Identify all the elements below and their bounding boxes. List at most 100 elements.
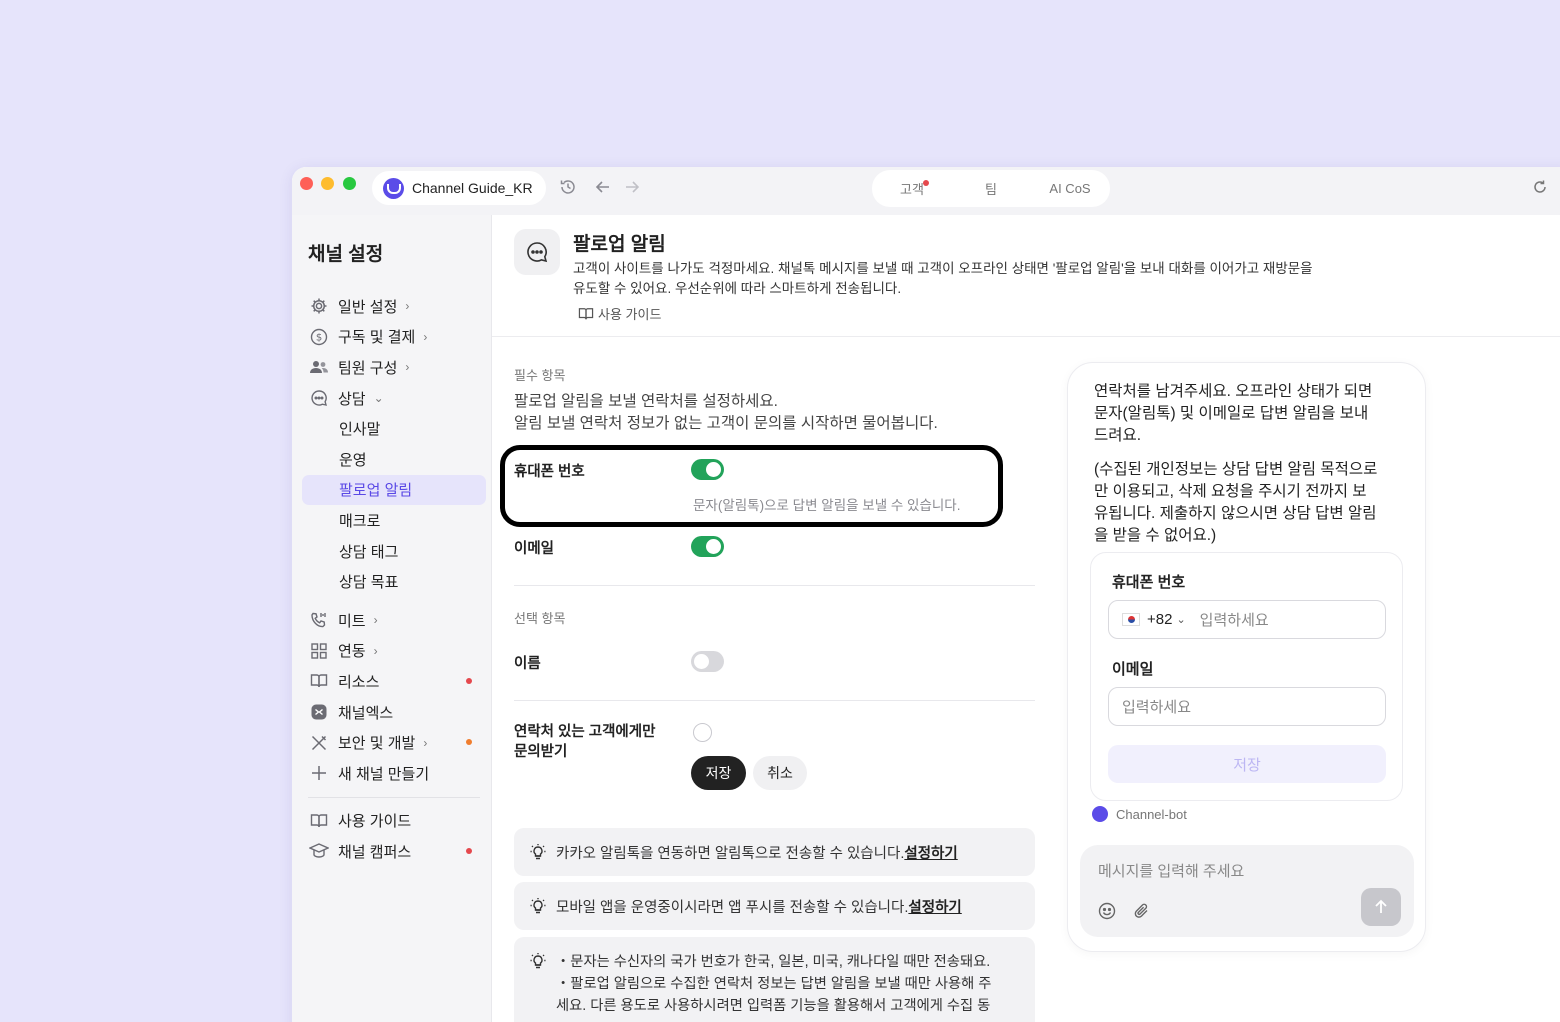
email-placeholder: 입력하세요 — [1122, 699, 1192, 716]
book-icon — [308, 810, 330, 832]
korea-flag-icon — [1122, 613, 1140, 626]
send-button[interactable] — [1361, 888, 1401, 926]
chevron-right-icon: › — [405, 299, 410, 314]
sidebar-item-macro[interactable]: 매크로 — [302, 505, 486, 536]
sidebar-item-goals[interactable]: 상담 목표 — [302, 566, 486, 597]
chevron-right-icon: › — [423, 329, 428, 344]
sidebar-item-operation[interactable]: 운영 — [302, 444, 486, 475]
name-toggle[interactable] — [691, 651, 724, 672]
cancel-button[interactable]: 취소 — [753, 756, 807, 790]
composer-placeholder: 메시지를 입력해 주세요 — [1098, 863, 1245, 880]
close-window-button[interactable] — [300, 177, 313, 190]
dollar-icon: $ — [308, 326, 330, 348]
phone-placeholder: 입력하세요 — [1199, 612, 1269, 629]
preview-save-button[interactable]: 저장 — [1108, 745, 1386, 783]
phone-hint: 문자(알림톡)으로 답변 알림을 보낼 수 있습니다. — [693, 498, 961, 513]
chevron-right-icon: › — [373, 643, 378, 658]
messenger-preview: 연락처를 남겨주세요. 오프라인 상태가 되면 문자(알림톡) 및 이메일로 답… — [1067, 362, 1426, 952]
required-section-label: 필수 항목 — [514, 368, 566, 383]
notification-dot — [466, 739, 472, 746]
sidebar-item-security[interactable]: 보안 및 개발 › — [302, 727, 486, 758]
maximize-window-button[interactable] — [343, 177, 356, 190]
sidebar-item-general[interactable]: 일반 설정 › — [302, 291, 486, 322]
main-content: 팔로업 알림 고객이 사이트를 나가도 걱정마세요. 채널톡 메시지를 보낼 때… — [492, 215, 1560, 1022]
history-icon[interactable] — [558, 177, 578, 197]
tab-team[interactable]: 팀 — [952, 179, 1030, 198]
notification-dot — [466, 848, 472, 855]
phone-label: 휴대폰 번호 — [514, 464, 585, 480]
preview-email-input[interactable]: 입력하세요 — [1108, 687, 1386, 726]
lightbulb-icon — [530, 953, 546, 969]
minimize-window-button[interactable] — [321, 177, 334, 190]
preview-phone-label: 휴대폰 번호 — [1112, 574, 1186, 591]
users-icon — [308, 356, 330, 378]
sidebar-divider — [308, 796, 480, 798]
email-label: 이메일 — [514, 541, 555, 557]
sidebar-item-billing[interactable]: $ 구독 및 결제 › — [302, 322, 486, 353]
name-label: 이름 — [514, 656, 541, 672]
channel-name: Channel Guide_KR — [412, 180, 533, 196]
sidebar-item-tags[interactable]: 상담 태그 — [302, 536, 486, 567]
forward-arrow-icon[interactable] — [622, 177, 642, 197]
back-arrow-icon[interactable] — [593, 177, 613, 197]
sidebar-title: 채널 설정 — [308, 244, 384, 265]
channelx-icon — [308, 701, 330, 723]
page-header: 팔로업 알림 고객이 사이트를 나가도 걱정마세요. 채널톡 메시지를 보낼 때… — [492, 215, 1560, 337]
chevron-right-icon: › — [405, 360, 410, 375]
sidebar-item-integration[interactable]: 연동 › — [302, 636, 486, 667]
country-code[interactable]: +82 — [1147, 611, 1172, 628]
attachment-icon — [1134, 903, 1148, 918]
sidebar-item-consult[interactable]: 상담 ⌄ — [302, 383, 486, 414]
sidebar-item-resources[interactable]: 리소스 — [302, 666, 486, 697]
tab-customer[interactable]: 고객 — [872, 179, 952, 198]
emoji-icon — [1098, 902, 1116, 920]
required-section-desc: 팔로업 알림을 보낼 연락처를 설정하세요. 알림 보낼 연락처 정보가 없는 … — [514, 393, 938, 432]
email-toggle[interactable] — [691, 536, 724, 557]
phone-highlight-box — [500, 445, 1003, 527]
chevron-down-icon: ⌄ — [373, 391, 384, 406]
notification-dot — [466, 678, 472, 685]
section-divider — [514, 585, 1035, 586]
sidebar-item-followup[interactable]: 팔로업 알림 — [302, 474, 486, 506]
sidebar-item-greeting[interactable]: 인사말 — [302, 413, 486, 444]
page-title: 팔로업 알림 — [573, 234, 666, 255]
guide-link[interactable]: 사용 가이드 — [578, 304, 661, 323]
contact-only-label: 연락처 있는 고객에게만 문의받기 — [514, 724, 656, 760]
preview-phone-input[interactable]: +82 ⌄ 입력하세요 — [1108, 600, 1386, 639]
chevron-right-icon: › — [423, 735, 428, 750]
optional-section-label: 선택 항목 — [514, 611, 566, 626]
notice-kakao: 카카오 알림톡을 연동하면 알림톡으로 전송할 수 있습니다.설정하기 — [514, 828, 1035, 876]
tab-ai-cos[interactable]: AI CoS — [1030, 181, 1110, 196]
gear-icon — [308, 295, 330, 317]
app-push-setup-link[interactable]: 설정하기 — [908, 900, 961, 916]
chevron-down-icon: ⌄ — [1176, 614, 1186, 626]
sidebar-item-team[interactable]: 팀원 구성 › — [302, 352, 486, 383]
chevron-right-icon: › — [373, 613, 378, 628]
sidebar-item-guide[interactable]: 사용 가이드 — [302, 806, 486, 837]
graduation-icon — [308, 840, 330, 862]
app-window: Channel Guide_KR 고객 팀 AI CoS 채널 설정 일반 설정… — [292, 167, 1560, 1022]
svg-text:$: $ — [316, 332, 322, 343]
contact-only-checkbox[interactable] — [693, 723, 712, 742]
section-divider — [514, 700, 1035, 701]
sidebar-item-campus[interactable]: 채널 캠퍼스 — [302, 836, 486, 867]
refresh-icon[interactable] — [1530, 177, 1550, 197]
channel-logo-icon — [383, 177, 404, 199]
followup-chat-icon — [514, 229, 560, 275]
book-icon — [308, 670, 330, 692]
preview-contact-form: 휴대폰 번호 +82 ⌄ 입력하세요 이메일 입력하세요 저장 — [1090, 552, 1403, 801]
notice-app-push: 모바일 앱을 운영중이시라면 앱 푸시를 전송할 수 있습니다.설정하기 — [514, 882, 1035, 930]
arrow-up-icon — [1375, 899, 1387, 913]
preview-message: 연락처를 남겨주세요. 오프라인 상태가 되면 문자(알림톡) 및 이메일로 답… — [1094, 383, 1378, 544]
plus-icon — [308, 762, 330, 784]
kakao-setup-link[interactable]: 설정하기 — [904, 846, 957, 862]
sidebar-item-new-channel[interactable]: 새 채널 만들기 — [302, 758, 486, 789]
sidebar-item-meet[interactable]: 미트 › — [302, 605, 486, 636]
bot-signature: Channel-bot — [1092, 806, 1187, 822]
sidebar-item-channelx[interactable]: 채널엑스 — [302, 697, 486, 728]
notification-dot — [922, 180, 929, 186]
channel-selector[interactable]: Channel Guide_KR — [372, 171, 546, 205]
phone-toggle[interactable] — [691, 459, 724, 480]
message-composer[interactable]: 메시지를 입력해 주세요 — [1080, 845, 1414, 937]
save-button[interactable]: 저장 — [691, 756, 746, 790]
